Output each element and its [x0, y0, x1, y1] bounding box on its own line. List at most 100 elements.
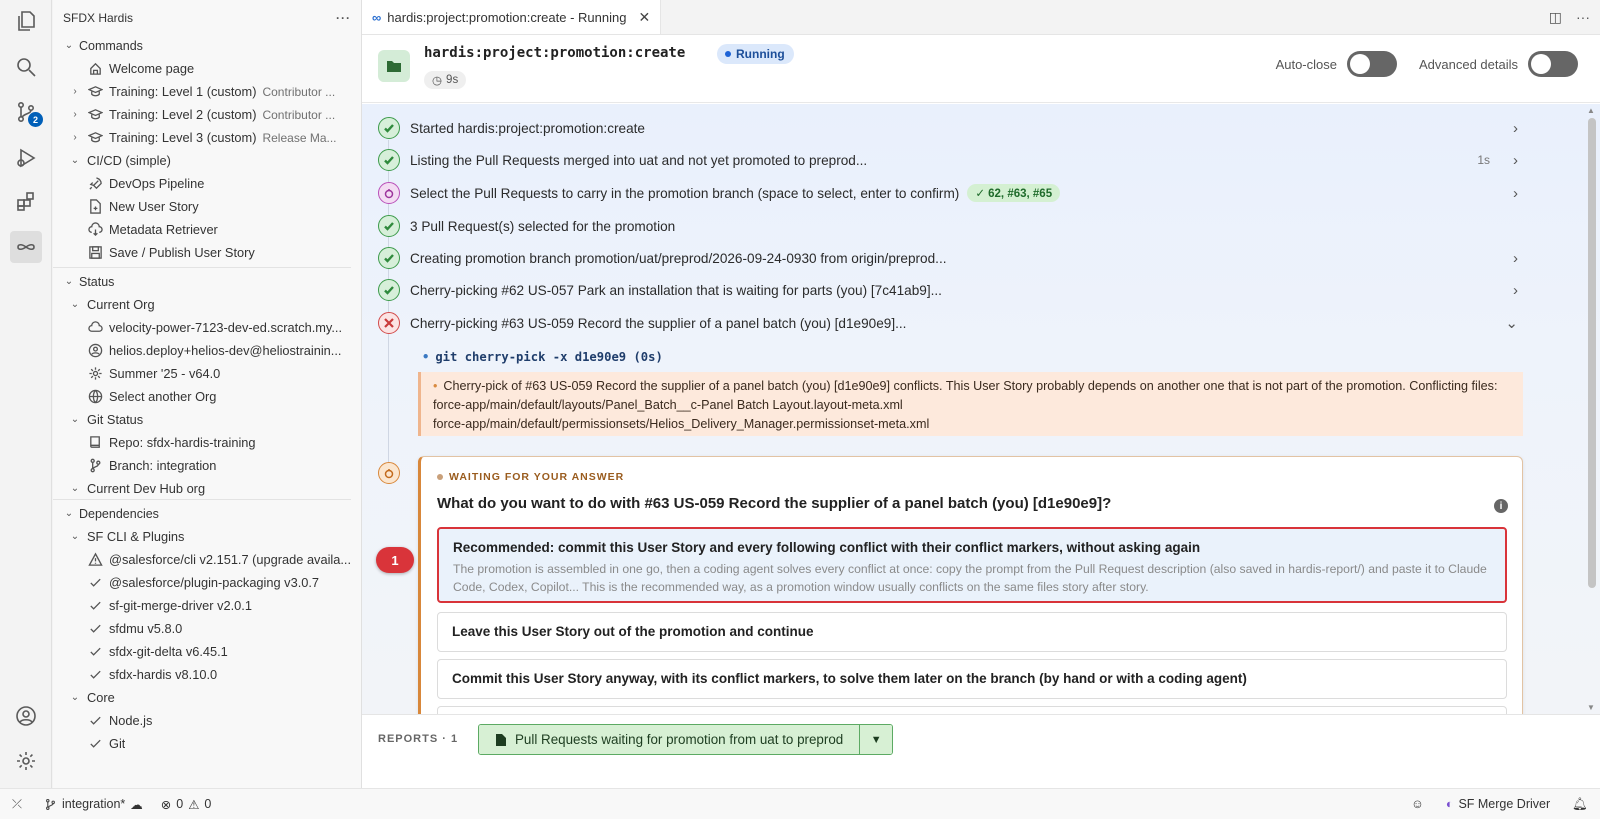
tree-item[interactable]: New User Story	[53, 195, 361, 218]
sfdx-hardis-tab-icon: ∞	[372, 9, 382, 25]
tree-item[interactable]: Git	[53, 732, 361, 755]
source-control-icon[interactable]: 2	[10, 96, 43, 128]
error-icon: ⊗	[160, 797, 172, 812]
tree-item-label: Node.js	[109, 713, 153, 728]
tab-promotion-create[interactable]: ∞ hardis:project:promotion:create - Runn…	[362, 0, 662, 34]
status-bar-right: ☺ ◐ SF Merge Driver 🔔︎	[1411, 797, 1588, 812]
tree-item[interactable]: helios.deploy+helios-dev@heliostrainin..…	[53, 339, 361, 362]
remote-icon[interactable]: ⤫	[12, 797, 22, 812]
report-dropdown-button[interactable]: ▼	[860, 725, 893, 754]
tree-item[interactable]: › Training: Level 2 (custom) Contributor .…	[53, 103, 361, 126]
tree-item[interactable]: @salesforce/plugin-packaging v3.0.7	[53, 571, 361, 594]
bell-icon[interactable]: 🔔︎	[1572, 797, 1588, 812]
step-row[interactable]: Select the Pull Requests to carry in the…	[378, 179, 1528, 207]
tree-item[interactable]: Branch: integration	[53, 454, 361, 477]
chevron-right-icon[interactable]: ›	[1513, 152, 1518, 169]
dependencies-section-header[interactable]: ⌄ Dependencies	[53, 503, 361, 525]
tree-item[interactable]: velocity-power-7123-dev-ed.scratch.my...	[53, 316, 361, 339]
option-commit-anyway[interactable]: Commit this User Story anyway, with its …	[437, 659, 1507, 699]
more-actions-icon[interactable]: ···	[336, 11, 351, 25]
option-leave-out[interactable]: Leave this User Story out of the promoti…	[437, 612, 1507, 652]
chevron-down-icon[interactable]: ⌄	[1505, 314, 1518, 332]
close-icon[interactable]: ✕	[638, 9, 650, 26]
tree-item[interactable]: DevOps Pipeline	[53, 172, 361, 195]
steps-panel: • git cherry-pick -x d1e90e9 (0s) • Cherry…	[362, 104, 1600, 714]
auto-close-toggle[interactable]	[1346, 51, 1397, 77]
step-row[interactable]: Started hardis:project:promotion:create ›	[378, 114, 1528, 142]
step-row[interactable]: Cherry-picking #62 US-057 Park an instal…	[378, 276, 1528, 304]
more-actions-icon[interactable]: ···	[1576, 9, 1590, 26]
chevron-right-icon[interactable]: ›	[1513, 185, 1518, 202]
problems-status[interactable]: ⊗ 0 ⚠ 0	[161, 797, 212, 812]
explorer-icon[interactable]	[10, 5, 42, 37]
tree-item-label: CI/CD (simple)	[87, 153, 171, 168]
tree-item[interactable]: ⌄ Git Status	[53, 408, 361, 431]
tree-item[interactable]: sf-git-merge-driver v2.0.1	[53, 594, 361, 617]
chevron-right-icon: ›	[73, 85, 77, 97]
option-recommended[interactable]: Recommended: commit this User Story and …	[437, 527, 1507, 603]
status-section-header[interactable]: ⌄ Status	[53, 271, 361, 293]
tree-item[interactable]: Metadata Retriever	[53, 218, 361, 241]
command-header: hardis:project:promotion:create Running …	[362, 35, 1600, 103]
advanced-details-toggle[interactable]	[1528, 51, 1578, 77]
tree-item[interactable]: ⌄ SF CLI & Plugins	[53, 525, 361, 548]
header-toggles: Auto-close Advanced details	[1276, 51, 1578, 77]
tree-item[interactable]: › Training: Level 1 (custom) Contributor .…	[53, 80, 361, 103]
step-row[interactable]: Cherry-picking #63 US-059 Record the sup…	[378, 309, 1528, 337]
reports-footer: REPORTS · 1 Pull Requests waiting for pr…	[362, 714, 1600, 788]
info-icon[interactable]: i	[1494, 499, 1508, 513]
tree-item[interactable]: ⌄ Current Org	[53, 293, 361, 316]
warning-line: force-app/main/default/permissionsets/He…	[433, 417, 930, 431]
check-circle-icon	[378, 117, 400, 139]
sfdx-hardis-icon[interactable]	[10, 231, 42, 263]
merge-driver-status[interactable]: ◐ SF Merge Driver	[1446, 797, 1550, 811]
tree-item[interactable]: @salesforce/cli v2.151.7 (upgrade availa…	[53, 548, 361, 571]
search-icon[interactable]	[10, 51, 42, 83]
gear-icon[interactable]	[10, 745, 42, 777]
branch-status[interactable]: integration* ☁	[44, 797, 143, 812]
tree-item[interactable]: ⌄ Current Dev Hub org	[53, 477, 361, 499]
tree-item[interactable]: sfdx-hardis v8.10.0	[53, 663, 361, 686]
source-control-badge: 2	[28, 112, 43, 127]
chevron-right-icon[interactable]: ›	[1513, 120, 1518, 137]
editor-area: ∞ hardis:project:promotion:create - Runn…	[362, 0, 1600, 788]
tab-label: hardis:project:promotion:create - Runnin…	[387, 9, 627, 25]
report-button[interactable]: Pull Requests waiting for promotion from…	[479, 725, 861, 754]
cloud-icon	[87, 320, 103, 336]
tree-item[interactable]: sfdx-git-delta v6.45.1	[53, 640, 361, 663]
tree-item[interactable]: ⌄ CI/CD (simple)	[53, 149, 361, 172]
auto-close-label: Auto-close	[1275, 56, 1337, 72]
tree-item-description: Release Ma...	[262, 130, 337, 145]
account-icon[interactable]	[10, 700, 42, 732]
commands-section-header[interactable]: ⌄ Commands	[53, 35, 361, 57]
option-more[interactable]	[437, 706, 1507, 714]
chevron-right-icon[interactable]: ›	[1513, 282, 1518, 299]
scroll-down-icon[interactable]: ▼	[1587, 703, 1595, 712]
scrollbar[interactable]: ▲ ▼	[1587, 104, 1597, 714]
cherry-pick-command: • git cherry-pick -x d1e90e9 (0s)	[422, 350, 663, 364]
run-debug-icon[interactable]	[10, 142, 42, 174]
scrollbar-thumb[interactable]	[1588, 118, 1596, 588]
chevron-right-icon[interactable]: ›	[1513, 250, 1518, 267]
step-row[interactable]: Listing the Pull Requests merged into ua…	[378, 146, 1528, 174]
split-editor-icon[interactable]: ◫	[1549, 9, 1562, 26]
scroll-up-icon[interactable]: ▲	[1587, 106, 1595, 115]
new-file-icon	[87, 199, 103, 215]
extensions-icon[interactable]	[10, 186, 42, 218]
tree-item[interactable]: Repo: sfdx-hardis-training	[53, 431, 361, 454]
tree-item[interactable]: Welcome page	[53, 57, 361, 80]
tree-item[interactable]: › Training: Level 3 (custom) Release Ma...	[53, 126, 361, 149]
tree-item[interactable]: Select another Org	[53, 385, 361, 408]
tree-item[interactable]: Node.js	[53, 709, 361, 732]
step-row[interactable]: Creating promotion branch promotion/uat/…	[378, 244, 1528, 272]
tab-actions: ◫ ···	[1549, 9, 1590, 26]
copilot-icon[interactable]: ☺	[1411, 797, 1424, 811]
graduation-icon	[87, 130, 103, 146]
step-row[interactable]: 3 Pull Request(s) selected for the promo…	[378, 212, 1528, 240]
tree-item[interactable]: sfdmu v5.8.0	[53, 617, 361, 640]
option-title: Commit this User Story anyway, with its …	[452, 671, 1247, 686]
tree-item[interactable]: ⌄ Core	[53, 686, 361, 709]
chevron-down-icon: ⌄	[64, 508, 74, 519]
tree-item[interactable]: Save / Publish User Story	[53, 241, 361, 264]
tree-item[interactable]: Summer '25 - v64.0	[53, 362, 361, 385]
